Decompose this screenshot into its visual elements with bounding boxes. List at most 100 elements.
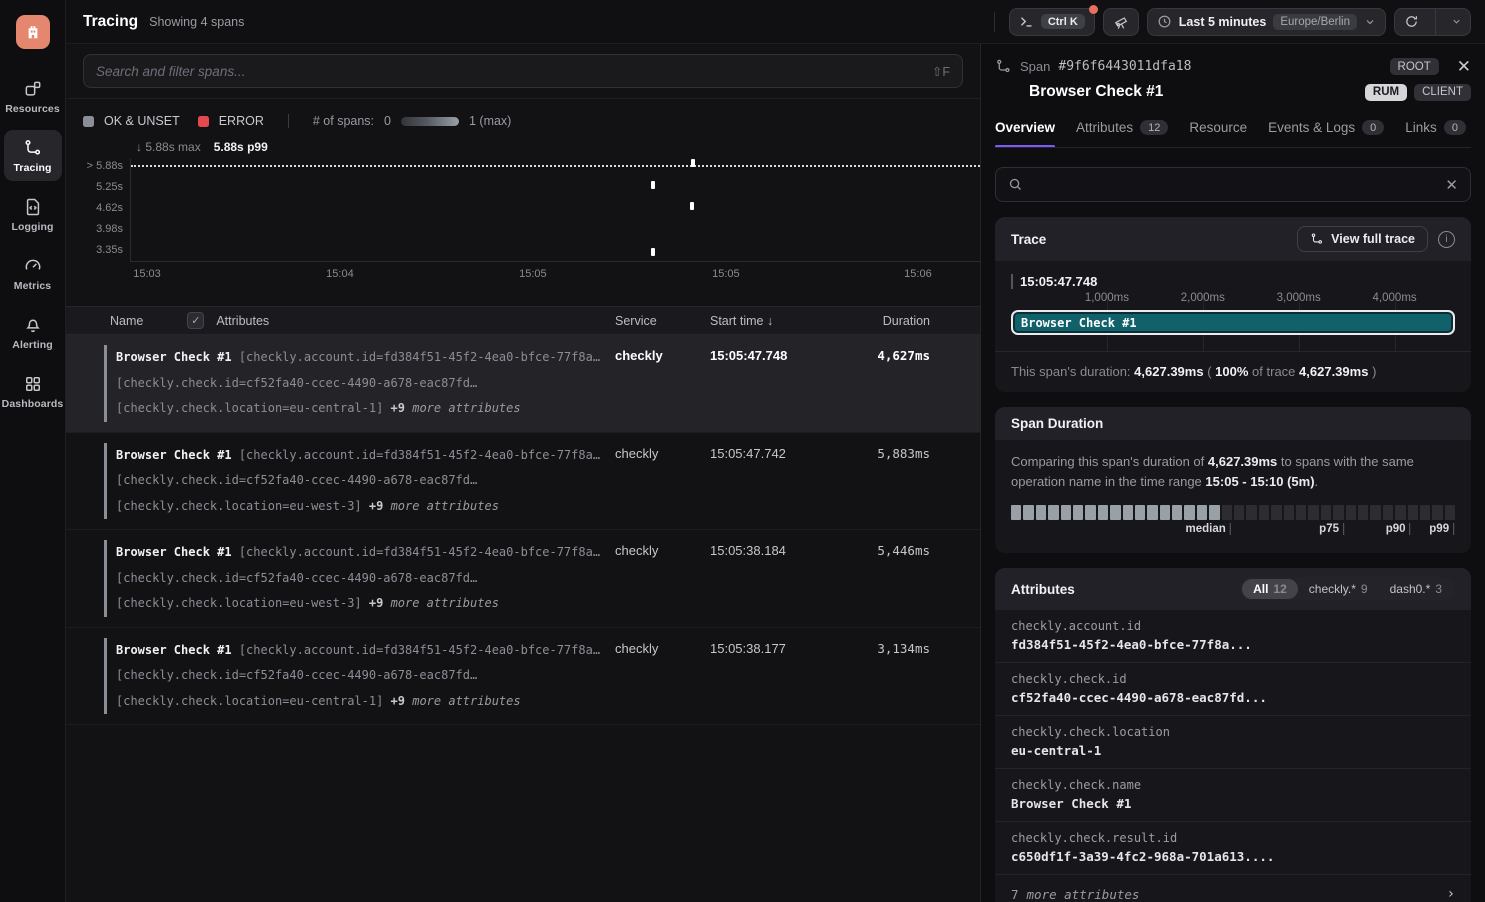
attribute-row[interactable]: checkly.account.id fd384f51-45f2-4ea0-bf… bbox=[995, 610, 1471, 663]
attribute-row[interactable]: checkly.check.result.id c650df1f-3a39-4f… bbox=[995, 822, 1471, 875]
percentile-marker-p90: p90 bbox=[1386, 523, 1411, 535]
histogram-segment bbox=[1296, 505, 1306, 520]
chevron-down-icon bbox=[1451, 16, 1462, 27]
sidebar-item-resources[interactable]: Resources bbox=[4, 71, 62, 122]
attribute-value: c650df1f-3a39-4fc2-968a-701a613.... bbox=[1011, 849, 1455, 864]
span-duration: 5,446ms bbox=[835, 540, 930, 617]
sidebar-item-logging[interactable]: Logging bbox=[4, 189, 62, 240]
tab-events-logs[interactable]: Events & Logs0 bbox=[1268, 120, 1384, 147]
span-attr: [checkly.check.location=eu-west-3] bbox=[116, 596, 362, 610]
close-icon[interactable]: ✕ bbox=[1457, 58, 1471, 75]
chart-legend: OK & UNSET ERROR # of spans: 0 1 (max) bbox=[83, 114, 980, 128]
span-data-point[interactable] bbox=[690, 202, 694, 210]
histogram-segment bbox=[1147, 505, 1157, 520]
tab-overview[interactable]: Overview bbox=[995, 120, 1055, 147]
span-row[interactable]: Browser Check #1 [checkly.account.id=fd3… bbox=[66, 628, 980, 726]
span-data-point[interactable] bbox=[691, 159, 695, 167]
sidebar-item-alerting[interactable]: Alerting bbox=[4, 307, 62, 358]
sidebar-item-tracing[interactable]: Tracing bbox=[4, 130, 62, 181]
search-icon bbox=[1008, 177, 1023, 192]
x-tick: 15:06 bbox=[904, 268, 932, 280]
span-data-point[interactable] bbox=[651, 181, 655, 189]
sidebar-item-metrics[interactable]: Metrics bbox=[4, 248, 62, 299]
percentile-marker-p99: p99 bbox=[1429, 523, 1454, 535]
span-row[interactable]: Browser Check #1 [checkly.account.id=fd3… bbox=[66, 335, 980, 433]
span-start-time: 15:05:38.177 bbox=[710, 638, 835, 715]
col-start-time[interactable]: Start time ↓ bbox=[710, 314, 835, 328]
histogram-segment bbox=[1209, 505, 1219, 520]
client-badge: CLIENT bbox=[1414, 84, 1471, 101]
notification-dot bbox=[1089, 5, 1098, 14]
percentile-marker-p75: p75 bbox=[1319, 523, 1344, 535]
announcements-button[interactable] bbox=[1103, 8, 1139, 36]
span-name: Browser Check #1 bbox=[116, 448, 232, 462]
ok-swatch-icon bbox=[83, 116, 94, 127]
trace-icon bbox=[1310, 232, 1324, 246]
refresh-split-button bbox=[1394, 8, 1471, 36]
more-attributes-count: 7 bbox=[1011, 887, 1019, 902]
percentile-markers: medianp75p90p99 bbox=[1011, 522, 1455, 539]
sidebar-item-label: Resources bbox=[5, 103, 60, 115]
filter-pill-all[interactable]: All12 bbox=[1242, 579, 1298, 599]
col-name[interactable]: Name bbox=[110, 314, 143, 328]
command-palette-button[interactable]: Ctrl K bbox=[1009, 8, 1095, 36]
refresh-button[interactable] bbox=[1395, 9, 1428, 35]
selected-span-bar[interactable]: Browser Check #1 bbox=[1011, 310, 1455, 335]
col-attributes: Attributes bbox=[216, 314, 269, 328]
trace-duration-summary: This span's duration: 4,627.39ms ( 100% … bbox=[995, 351, 1471, 392]
filter-bar: Search and filter spans... ⇧F bbox=[66, 44, 980, 99]
attribute-value: cf52fa40-ccec-4490-a678-eac87fd... bbox=[1011, 690, 1455, 705]
detail-tabs: Overview Attributes12 Resource Events & … bbox=[995, 120, 1471, 148]
clear-search-icon[interactable]: ✕ bbox=[1445, 176, 1458, 194]
legend-error-label[interactable]: ERROR bbox=[219, 114, 264, 128]
telescope-icon bbox=[1113, 14, 1129, 30]
duration-histogram bbox=[1011, 505, 1455, 520]
sidebar-item-dashboards[interactable]: Dashboards bbox=[4, 366, 62, 417]
y-tick: 4.62s bbox=[96, 202, 123, 214]
span-start-time: 15:05:47.748 bbox=[710, 345, 835, 422]
tab-attributes[interactable]: Attributes12 bbox=[1076, 120, 1168, 147]
refresh-options-button[interactable] bbox=[1443, 9, 1470, 35]
histogram-segment bbox=[1408, 505, 1418, 520]
attribute-search-input[interactable]: ✕ bbox=[995, 167, 1471, 202]
histogram-segment bbox=[1420, 505, 1430, 520]
span-data-point[interactable] bbox=[651, 248, 655, 256]
y-tick: 5.25s bbox=[96, 181, 123, 193]
alerting-icon bbox=[23, 315, 43, 335]
toolbar-divider bbox=[994, 12, 995, 32]
col-service[interactable]: Service bbox=[615, 314, 710, 328]
attribute-row[interactable]: checkly.check.id cf52fa40-ccec-4490-a678… bbox=[995, 663, 1471, 716]
attributes-checkbox[interactable]: ✓ bbox=[187, 312, 204, 329]
scatter-plot[interactable] bbox=[130, 159, 980, 262]
histogram-segment bbox=[1370, 505, 1380, 520]
page-title: Tracing bbox=[83, 13, 138, 31]
info-icon[interactable]: i bbox=[1438, 231, 1455, 248]
filter-pill-dash0[interactable]: dash0.*3 bbox=[1379, 579, 1453, 599]
span-duration-title: Span Duration bbox=[1011, 416, 1103, 431]
span-attr: [checkly.account.id=fd384f51-45f2-4ea0-b… bbox=[239, 643, 600, 657]
tab-resource[interactable]: Resource bbox=[1189, 120, 1247, 147]
more-attr-label: more attributes bbox=[412, 694, 520, 708]
time-range-picker[interactable]: Last 5 minutes Europe/Berlin bbox=[1147, 8, 1386, 36]
app-logo-icon[interactable] bbox=[16, 15, 50, 49]
x-axis-labels: 15:03 15:04 15:05 15:05 15:06 bbox=[130, 262, 980, 282]
attribute-key: checkly.account.id bbox=[1011, 619, 1455, 633]
legend-ok-label[interactable]: OK & UNSET bbox=[104, 114, 180, 128]
span-row[interactable]: Browser Check #1 [checkly.account.id=fd3… bbox=[66, 530, 980, 628]
span-attr: [checkly.account.id=fd384f51-45f2-4ea0-b… bbox=[239, 545, 600, 559]
attribute-key: checkly.check.location bbox=[1011, 725, 1455, 739]
span-search-input[interactable]: Search and filter spans... ⇧F bbox=[83, 54, 963, 88]
tab-links[interactable]: Links0 bbox=[1405, 120, 1466, 147]
attribute-row[interactable]: checkly.check.name Browser Check #1 bbox=[995, 769, 1471, 822]
attribute-row[interactable]: checkly.check.location eu-central-1 bbox=[995, 716, 1471, 769]
chevron-right-icon: › bbox=[1447, 886, 1455, 902]
view-full-trace-button[interactable]: View full trace bbox=[1297, 226, 1428, 252]
filter-pill-checkly[interactable]: checkly.*9 bbox=[1298, 579, 1379, 599]
x-tick: 15:05 bbox=[712, 268, 740, 280]
col-duration[interactable]: Duration bbox=[835, 314, 930, 328]
histogram-segment bbox=[1358, 505, 1368, 520]
timezone-badge: Europe/Berlin bbox=[1273, 14, 1357, 30]
timeline-tick: 4,000ms bbox=[1373, 292, 1417, 304]
span-row[interactable]: Browser Check #1 [checkly.account.id=fd3… bbox=[66, 433, 980, 531]
more-attributes-button[interactable]: 7 more attributes › bbox=[995, 875, 1471, 902]
